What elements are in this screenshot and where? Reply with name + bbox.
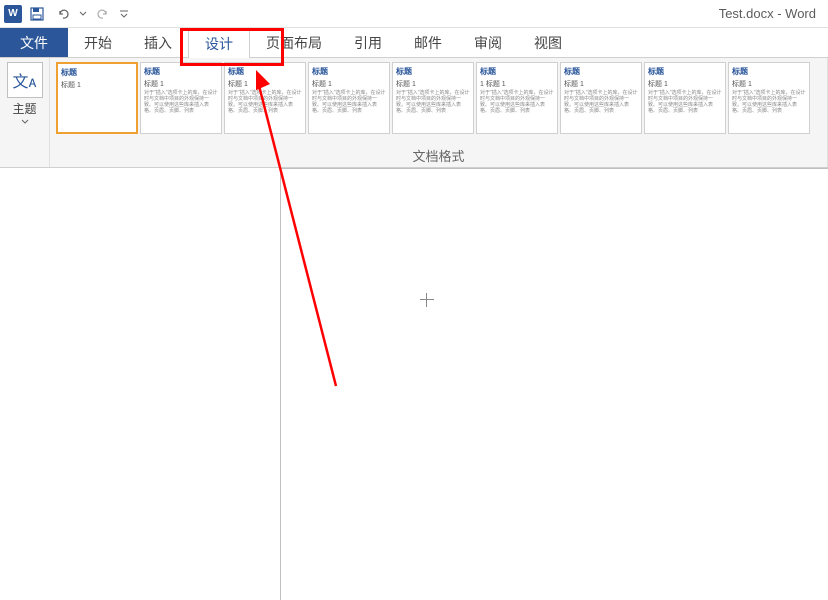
document-formatting-group: 标题 标题 1 标题 标题 1 对于"插入"选项卡上的库，在设计时与文档中项目的… (50, 58, 828, 167)
document-page[interactable] (280, 168, 828, 600)
undo-button[interactable] (52, 3, 74, 25)
tab-home[interactable]: 开始 (68, 28, 128, 57)
ribbon: 文ᴀ 主题 标题 标题 1 标题 标题 1 对于"插入"选项卡上的库，在设计时与… (0, 58, 828, 168)
ribbon-tabs: 文件 开始 插入 设计 页面布局 引用 邮件 审阅 视图 (0, 28, 828, 58)
document-formatting-label: 文档格式 (56, 134, 821, 165)
tab-mailings[interactable]: 邮件 (398, 28, 458, 57)
qat-customize-dropdown[interactable] (118, 3, 130, 25)
themes-label: 主题 (12, 100, 36, 117)
style-gallery: 标题 标题 1 标题 标题 1 对于"插入"选项卡上的库，在设计时与文档中项目的… (56, 62, 821, 134)
style-gallery-item[interactable]: 标题 标题 1 对于"插入"选项卡上的库，在设计时与文档中项目的外观保持一致。可… (308, 62, 390, 134)
themes-group: 文ᴀ 主题 (0, 58, 50, 167)
tab-review[interactable]: 审阅 (458, 28, 518, 57)
themes-dropdown-icon[interactable] (21, 119, 29, 125)
themes-button[interactable]: 文ᴀ (7, 62, 43, 98)
text-cursor-icon (416, 299, 438, 321)
style-gallery-item[interactable]: 标题 标题 1 对于"插入"选项卡上的库，在设计时与文档中项目的外观保持一致。可… (224, 62, 306, 134)
save-button[interactable] (26, 3, 48, 25)
word-app-icon: W (4, 5, 22, 23)
tab-layout[interactable]: 页面布局 (250, 28, 338, 57)
tab-design[interactable]: 设计 (188, 28, 250, 58)
undo-dropdown[interactable] (78, 3, 88, 25)
style-gallery-item[interactable]: 标题 标题 1 对于"插入"选项卡上的库，在设计时与文档中项目的外观保持一致。可… (560, 62, 642, 134)
quick-access-toolbar: W (4, 3, 130, 25)
themes-icon-glyph: 文ᴀ (13, 68, 37, 92)
style-gallery-item[interactable]: 标题 标题 1 对于"插入"选项卡上的库，在设计时与文档中项目的外观保持一致。可… (728, 62, 810, 134)
tab-insert[interactable]: 插入 (128, 28, 188, 57)
titlebar: W Test.docx - Word (0, 0, 828, 28)
tab-view[interactable]: 视图 (518, 28, 578, 57)
style-gallery-item[interactable]: 标题 1 标题 1 对于"插入"选项卡上的库，在设计时与文档中项目的外观保持一致… (476, 62, 558, 134)
tab-references[interactable]: 引用 (338, 28, 398, 57)
style-gallery-item[interactable]: 标题 标题 1 对于"插入"选项卡上的库，在设计时与文档中项目的外观保持一致。可… (392, 62, 474, 134)
style-gallery-item[interactable]: 标题 标题 1 (56, 62, 138, 134)
style-gallery-item[interactable]: 标题 标题 1 对于"插入"选项卡上的库，在设计时与文档中项目的外观保持一致。可… (140, 62, 222, 134)
redo-button[interactable] (92, 3, 114, 25)
tab-file[interactable]: 文件 (0, 28, 68, 57)
style-gallery-item[interactable]: 标题 标题 1 对于"插入"选项卡上的库，在设计时与文档中项目的外观保持一致。可… (644, 62, 726, 134)
window-title: Test.docx - Word (130, 6, 824, 21)
